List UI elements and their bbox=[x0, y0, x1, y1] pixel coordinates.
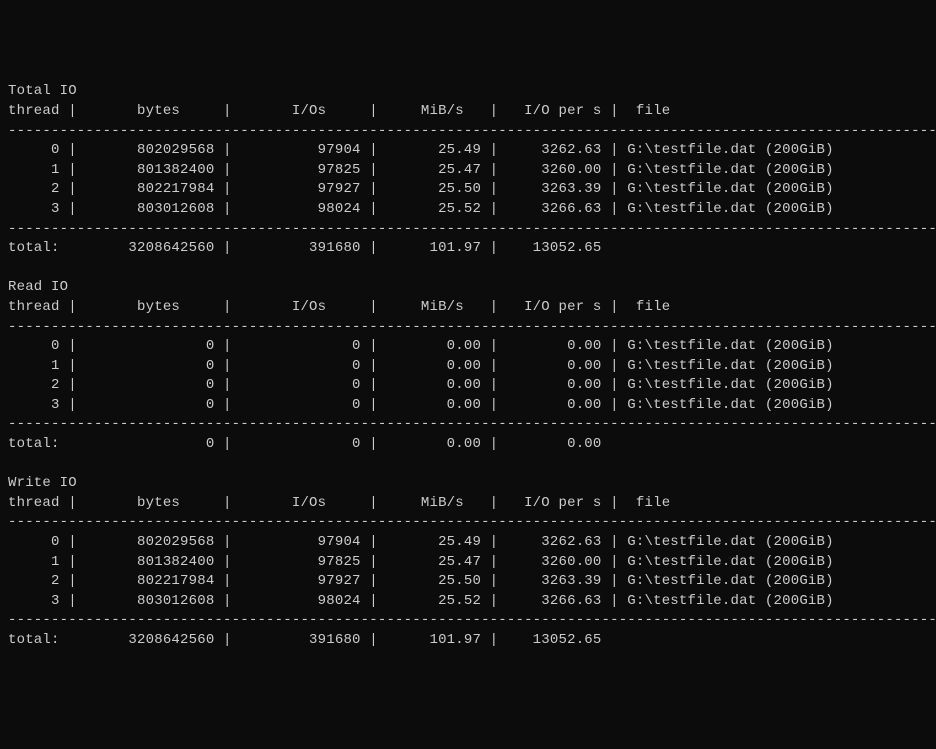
table-row: 3 | 0 | 0 | 0.00 | 0.00 | G:\testfile.da… bbox=[8, 397, 834, 413]
total-row: total: 0 | 0 | 0.00 | 0.00 bbox=[8, 436, 602, 452]
section-title: Write IO bbox=[8, 475, 77, 491]
table-row: 2 | 802217984 | 97927 | 25.50 | 3263.39 … bbox=[8, 573, 834, 589]
table-row: 1 | 801382400 | 97825 | 25.47 | 3260.00 … bbox=[8, 162, 834, 178]
section-title: Read IO bbox=[8, 279, 68, 295]
total-row: total: 3208642560 | 391680 | 101.97 | 13… bbox=[8, 240, 602, 256]
divider: ----------------------------------------… bbox=[8, 221, 936, 237]
table-row: 1 | 0 | 0 | 0.00 | 0.00 | G:\testfile.da… bbox=[8, 358, 834, 374]
divider: ----------------------------------------… bbox=[8, 319, 936, 335]
table-row: 3 | 803012608 | 98024 | 25.52 | 3266.63 … bbox=[8, 593, 834, 609]
table-row: 0 | 802029568 | 97904 | 25.49 | 3262.63 … bbox=[8, 142, 834, 158]
section-title: Total IO bbox=[8, 83, 77, 99]
table-header: thread | bytes | I/Os | MiB/s | I/O per … bbox=[8, 495, 670, 511]
table-row: 2 | 802217984 | 97927 | 25.50 | 3263.39 … bbox=[8, 181, 834, 197]
table-row: 1 | 801382400 | 97825 | 25.47 | 3260.00 … bbox=[8, 554, 834, 570]
divider: ----------------------------------------… bbox=[8, 514, 936, 530]
divider: ----------------------------------------… bbox=[8, 123, 936, 139]
table-header: thread | bytes | I/Os | MiB/s | I/O per … bbox=[8, 103, 670, 119]
table-header: thread | bytes | I/Os | MiB/s | I/O per … bbox=[8, 299, 670, 315]
table-row: 3 | 803012608 | 98024 | 25.52 | 3266.63 … bbox=[8, 201, 834, 217]
divider: ----------------------------------------… bbox=[8, 612, 936, 628]
table-row: 2 | 0 | 0 | 0.00 | 0.00 | G:\testfile.da… bbox=[8, 377, 834, 393]
table-row: 0 | 802029568 | 97904 | 25.49 | 3262.63 … bbox=[8, 534, 834, 550]
terminal-output: Total IO thread | bytes | I/Os | MiB/s |… bbox=[8, 82, 928, 650]
table-row: 0 | 0 | 0 | 0.00 | 0.00 | G:\testfile.da… bbox=[8, 338, 834, 354]
divider: ----------------------------------------… bbox=[8, 416, 936, 432]
